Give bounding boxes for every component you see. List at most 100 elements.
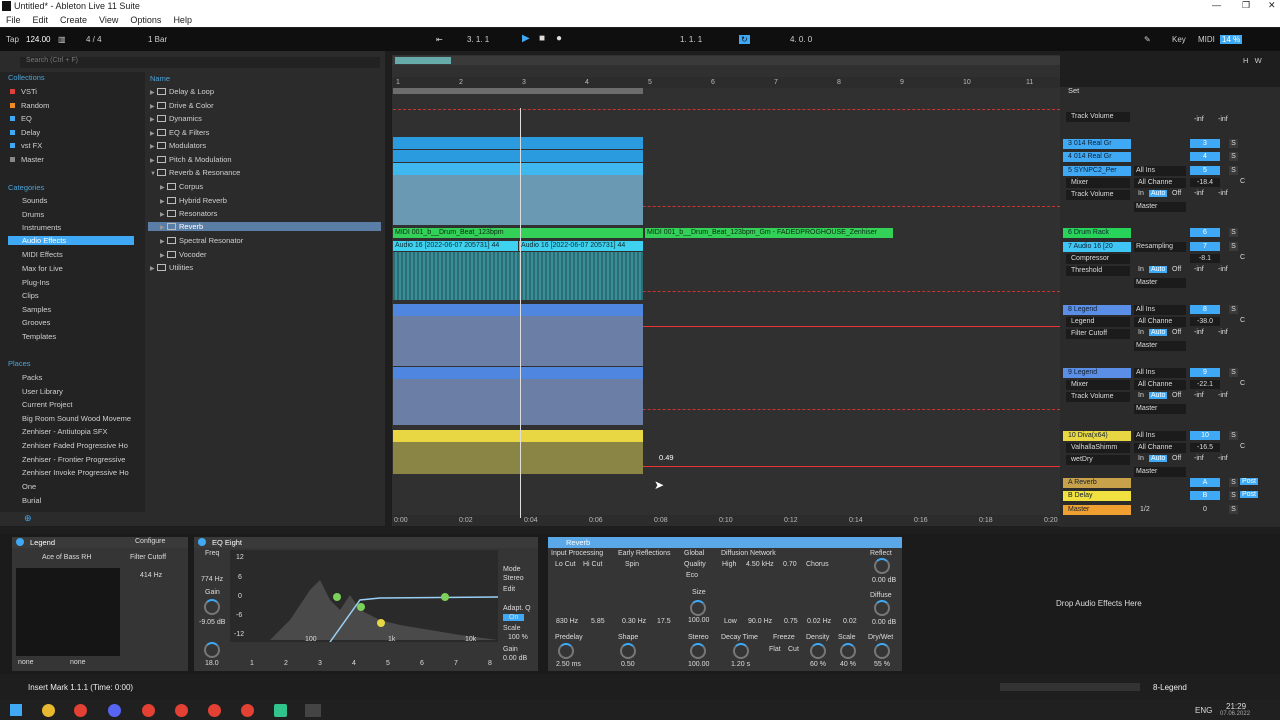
solo-button[interactable]: S bbox=[1229, 368, 1238, 377]
collection-item[interactable]: Delay bbox=[10, 128, 40, 137]
category-samples[interactable]: Samples bbox=[22, 305, 51, 314]
tree-item[interactable]: ▶ EQ & Filters bbox=[150, 128, 209, 137]
monitor-off[interactable]: Off bbox=[1172, 266, 1181, 273]
eq-band-number[interactable]: 8 bbox=[488, 660, 492, 667]
track-name[interactable]: 6 Drum Rack bbox=[1063, 228, 1131, 238]
input-channel-select[interactable]: All Channe bbox=[1134, 443, 1186, 453]
solo-button[interactable]: S bbox=[1229, 228, 1238, 237]
reverb-control[interactable]: Hi Cut bbox=[583, 561, 602, 568]
reverb-control[interactable]: Spin bbox=[625, 561, 639, 568]
solo-button[interactable]: S bbox=[1229, 505, 1238, 514]
record-icon[interactable]: ● bbox=[556, 33, 562, 44]
clip-track-3[interactable] bbox=[393, 137, 643, 149]
send-a[interactable]: -inf bbox=[1194, 266, 1204, 273]
loop-length-field[interactable]: 4. 0. 0 bbox=[790, 35, 812, 44]
loop-start-field[interactable]: 1. 1. 1 bbox=[680, 35, 702, 44]
windows-start-icon[interactable] bbox=[10, 704, 22, 716]
automation-param-select[interactable]: wetDry bbox=[1066, 455, 1130, 465]
pan-field[interactable]: C bbox=[1240, 254, 1245, 261]
tree-item[interactable]: ▶ Delay & Loop bbox=[150, 87, 214, 96]
tree-item[interactable]: ▶ Hybrid Reverb bbox=[160, 196, 227, 205]
eq-gain-knob[interactable] bbox=[204, 599, 220, 615]
tree-item[interactable]: ▶ Utilities bbox=[150, 263, 193, 272]
track-activator[interactable]: A bbox=[1190, 478, 1220, 487]
pan-field[interactable]: C bbox=[1240, 443, 1245, 450]
menu-edit[interactable]: Edit bbox=[33, 13, 49, 27]
clip-track-5-header[interactable] bbox=[393, 163, 643, 175]
eq-band-number[interactable]: 5 bbox=[386, 660, 390, 667]
category-instruments[interactable]: Instruments bbox=[22, 223, 61, 232]
solo-button[interactable]: S bbox=[1229, 305, 1238, 314]
place-folder[interactable]: Big Room Sound Wood Moveme bbox=[22, 414, 131, 423]
reverb-knob[interactable] bbox=[558, 643, 574, 659]
eq-band-number[interactable]: 7 bbox=[454, 660, 458, 667]
track-name[interactable]: 4 014 Real Gr bbox=[1063, 152, 1131, 162]
reverb-knob[interactable] bbox=[733, 643, 749, 659]
eq-band-number[interactable]: 3 bbox=[318, 660, 322, 667]
monitor-auto[interactable]: Auto bbox=[1149, 392, 1168, 399]
legend-preset-name[interactable]: Ace of Bass RH bbox=[42, 554, 91, 561]
monitor-in[interactable]: In bbox=[1138, 190, 1144, 197]
input-type-select[interactable]: All Ins bbox=[1134, 431, 1186, 441]
solo-button[interactable]: S bbox=[1229, 431, 1238, 440]
output-select[interactable]: Master bbox=[1134, 341, 1186, 351]
monitor-off[interactable]: Off bbox=[1172, 329, 1181, 336]
loop-brace[interactable] bbox=[393, 88, 643, 94]
collection-item[interactable]: vst FX bbox=[10, 141, 42, 150]
monitor-in[interactable]: In bbox=[1138, 329, 1144, 336]
metronome-icon[interactable]: ▥ bbox=[58, 35, 66, 44]
midi-map-button[interactable]: MIDI bbox=[1198, 35, 1215, 44]
send-b[interactable]: -inf bbox=[1218, 116, 1228, 123]
eq-band-number[interactable]: 1 bbox=[250, 660, 254, 667]
output-select[interactable]: Master bbox=[1134, 202, 1186, 212]
legend-configure-button[interactable]: Configure bbox=[135, 538, 165, 545]
category-clips[interactable]: Clips bbox=[22, 291, 39, 300]
follow-icon[interactable]: ⇤ bbox=[436, 35, 443, 44]
monitor-in[interactable]: In bbox=[1138, 455, 1144, 462]
tree-item[interactable]: ▶ Pitch & Modulation bbox=[150, 155, 232, 164]
send-a[interactable]: -inf bbox=[1194, 116, 1204, 123]
automation-device-select[interactable]: Mixer bbox=[1066, 178, 1130, 188]
volume-field[interactable]: -16.5 bbox=[1190, 443, 1220, 452]
clip-audio-1[interactable]: Audio 16 [2022-06-07 205731] 44 bbox=[393, 241, 518, 251]
solo-button[interactable]: S bbox=[1229, 491, 1238, 500]
minimize-button[interactable]: — bbox=[1212, 0, 1221, 10]
eq-output-gain-value[interactable]: 0.00 dB bbox=[503, 655, 527, 662]
master-volume[interactable]: 0 bbox=[1203, 506, 1207, 513]
reverb-control[interactable]: 0.75 bbox=[784, 618, 798, 625]
place-folder[interactable]: Burial bbox=[22, 496, 41, 505]
eq-band-number[interactable]: 2 bbox=[284, 660, 288, 667]
volume-field[interactable]: -38.0 bbox=[1190, 317, 1220, 326]
pan-field[interactable]: C bbox=[1240, 178, 1245, 185]
device-power-icon[interactable] bbox=[16, 538, 24, 546]
menu-view[interactable]: View bbox=[99, 13, 118, 27]
pan-field[interactable]: C bbox=[1240, 380, 1245, 387]
search-input[interactable]: Search (Ctrl + F) bbox=[20, 57, 380, 68]
eq-gain-value[interactable]: -9.05 dB bbox=[199, 619, 225, 626]
view-buttons[interactable]: H W bbox=[1243, 56, 1262, 65]
reverb-knob[interactable] bbox=[620, 643, 636, 659]
eq-edit-button[interactable]: Edit bbox=[503, 586, 515, 593]
chrome-icon[interactable] bbox=[208, 704, 221, 717]
reverb-control[interactable]: 40 % bbox=[840, 661, 856, 668]
track-name[interactable]: A Reverb bbox=[1063, 478, 1131, 488]
automation-device-select[interactable]: Mixer bbox=[1066, 380, 1130, 390]
eq-header[interactable]: EQ Eight bbox=[194, 537, 538, 548]
clip-midi-drum[interactable]: MIDI 001_b__Drum_Beat_123bpm bbox=[393, 228, 643, 238]
eq-freq-value[interactable]: 774 Hz bbox=[201, 576, 223, 583]
reverb-control[interactable]: 5.85 bbox=[591, 618, 605, 625]
automation-param-select[interactable]: Track Volume bbox=[1066, 392, 1130, 402]
pan-field[interactable]: C bbox=[1240, 317, 1245, 324]
reverb-control[interactable]: 0.00 dB bbox=[872, 577, 896, 584]
input-channel-select[interactable]: All Channe bbox=[1134, 317, 1186, 327]
bar-ruler[interactable] bbox=[393, 77, 1060, 88]
draw-mode-icon[interactable]: ✎ bbox=[1144, 35, 1151, 44]
send-a[interactable]: -inf bbox=[1194, 392, 1204, 399]
tree-item-selected[interactable]: ▶ Reverb bbox=[148, 222, 381, 231]
send-b[interactable]: -inf bbox=[1218, 392, 1228, 399]
clip-diva-body[interactable] bbox=[393, 442, 643, 474]
reverb-control[interactable]: 0.02 bbox=[843, 618, 857, 625]
clip-track-4[interactable] bbox=[393, 150, 643, 162]
send-a[interactable]: -inf bbox=[1194, 455, 1204, 462]
input-channel-select[interactable]: All Channe bbox=[1134, 380, 1186, 390]
